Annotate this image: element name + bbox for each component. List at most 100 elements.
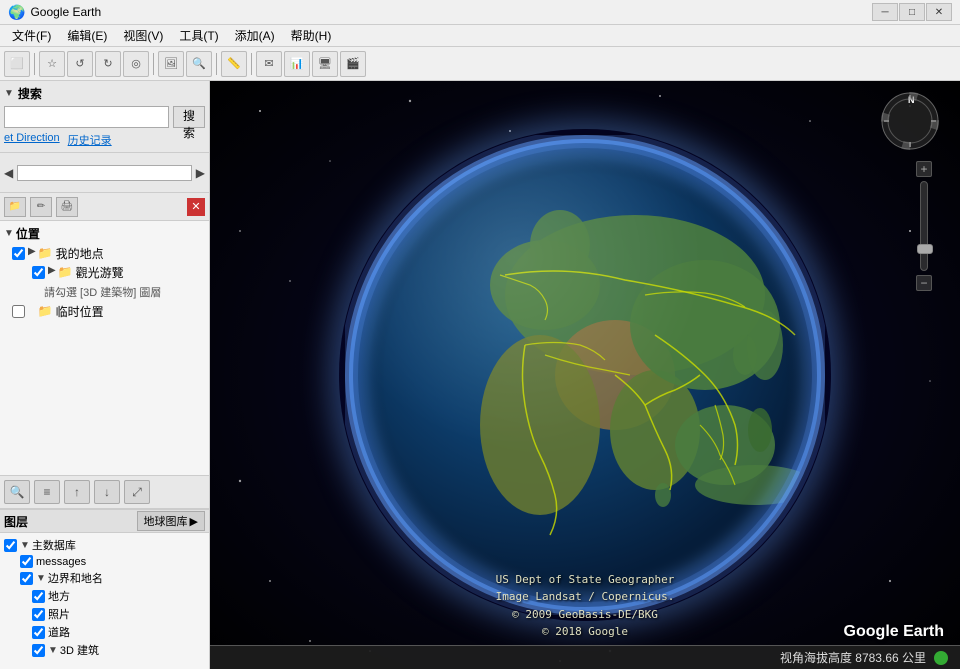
search-label: 搜索 [18,85,42,102]
layer-borders-cb[interactable] [20,572,33,585]
tourist-expand[interactable]: ▶ [48,265,56,276]
toolbar-btn-image[interactable]: 🖼 [158,51,184,77]
menu-add[interactable]: 添加(A) [227,25,283,46]
search-link-direction[interactable]: et Direction [4,132,60,148]
window-controls: ─ □ ✕ [872,3,952,21]
layer-borders-expand[interactable]: ▼ [36,573,46,584]
toolbar-btn-screen[interactable]: 🖥 [312,51,338,77]
layers-content: ▼ 主数据库 messages ▼ 边界和地名 地方 [0,533,209,669]
layer-main-label: 主数据库 [32,537,76,553]
layer-photos-cb[interactable] [32,608,45,621]
toolbar-btn-email[interactable]: ✉ [256,51,282,77]
search-input[interactable] [4,106,169,128]
layer-main-db-cb[interactable] [4,539,17,552]
places-section: ▼ 位置 ▶ 📁 我的地点 ▶ 📁 觀光游覽 請勾選 [3D 建築物] 圖層 [0,221,209,475]
layer-3d-expand[interactable]: ▼ [48,645,58,656]
toolbar-btn-square[interactable]: ⬜ [4,51,30,77]
menu-tools[interactable]: 工具(T) [171,25,226,46]
places-print-btn[interactable]: 🖨 [56,197,78,217]
zoom-out-btn[interactable]: − [916,275,932,291]
layer-3d: ▼ 3D 建筑 [32,642,205,658]
places-section-header: ▼ 位置 [4,225,205,242]
search-section: ▼ 搜索 搜索 et Direction 历史记录 [0,81,209,153]
layer-messages-label: messages [36,556,86,568]
left-panel: ▼ 搜索 搜索 et Direction 历史记录 ◀ ▶ 📁 ✏ 🖨 ✕ [0,81,210,669]
attribution-line-2: Image Landsat / Copernicus. [496,588,675,606]
layer-messages-cb[interactable] [20,555,33,568]
menu-help[interactable]: 帮助(H) [283,25,340,46]
my-places-checkbox[interactable] [12,247,25,260]
tourist-places-group: ▶ 📁 觀光游覽 請勾選 [3D 建築物] 圖層 [24,265,205,300]
toolbar-btn-chart[interactable]: 📊 [284,51,310,77]
nav-right-arrow[interactable]: ▶ [196,166,205,180]
altitude-status: 视角海拔高度 8783.66 公里 [780,649,926,666]
minimize-button[interactable]: ─ [872,3,898,21]
places-edit-btn[interactable]: ✏ [30,197,52,217]
tourist-label: 觀光游覽 [76,265,124,282]
layer-3d-cb[interactable] [32,644,45,657]
toolbar-separator-2 [153,53,154,75]
zoom-handle[interactable] [917,244,933,254]
places-collapse-arrow[interactable]: ▼ [4,228,14,239]
toolbar-btn-zoom[interactable]: 🔍 [186,51,212,77]
earth-globe[interactable] [345,135,825,615]
temp-label: 临时位置 [56,304,104,321]
layers-label: 图层 [4,513,137,530]
maximize-button[interactable]: □ [899,3,925,21]
map-gallery-btn[interactable]: 地球图库 ▶ [137,511,205,531]
layer-main-expand[interactable]: ▼ [20,540,30,551]
search-collapse-arrow[interactable]: ▼ [4,88,14,99]
attribution-line-4: © 2018 Google [496,623,675,641]
toolbar-btn-redo[interactable]: ↻ [95,51,121,77]
places-toolbar: 📁 ✏ 🖨 ✕ [0,193,209,221]
places-my-places: ▶ 📁 我的地点 [12,246,205,263]
layer-places-cb[interactable] [32,590,45,603]
search-header: ▼ 搜索 [4,85,205,102]
layer-photos-label: 照片 [48,606,70,622]
tourist-checkbox[interactable] [32,266,45,279]
places-btn-up[interactable]: ↑ [64,480,90,504]
places-btn-list[interactable]: ≡ [34,480,60,504]
compass[interactable]: N [880,91,940,151]
title-bar: 🌍 Google Earth ─ □ ✕ [0,0,960,25]
tourist-sub-label: 請勾選 [3D 建築物] 圖層 [44,284,205,300]
toolbar-btn-undo[interactable]: ↺ [67,51,93,77]
layer-roads: 道路 [32,624,205,640]
search-link-history[interactable]: 历史记录 [68,132,112,148]
places-btn-search[interactable]: 🔍 [4,480,30,504]
layer-places: 地方 [32,588,205,604]
zoom-track[interactable] [920,181,928,271]
places-btn-down[interactable]: ↓ [94,480,120,504]
places-close-btn[interactable]: ✕ [187,198,205,216]
places-new-btn[interactable]: 📁 [4,197,26,217]
toolbar-btn-ruler[interactable]: 📏 [221,51,247,77]
toolbar-separator-4 [251,53,252,75]
tourist-folder-icon: 📁 [58,265,73,279]
attribution-line-3: © 2009 GeoBasis-DE/BKG [496,606,675,624]
status-indicator [934,651,948,665]
layer-borders-label: 边界和地名 [48,570,103,586]
toolbar-btn-star[interactable]: ☆ [39,51,65,77]
temp-places-checkbox[interactable] [12,305,25,318]
my-places-expand[interactable]: ▶ [28,246,36,257]
toolbar-btn-video[interactable]: 🎬 [340,51,366,77]
search-row: 搜索 [4,106,205,128]
layer-roads-cb[interactable] [32,626,45,639]
layer-main-db: ▼ 主数据库 [4,537,205,553]
places-btn-expand[interactable]: ⤢ [124,480,150,504]
close-button[interactable]: ✕ [926,3,952,21]
nav-left-arrow[interactable]: ◀ [4,166,13,180]
nav-slider[interactable] [17,165,192,181]
earth-view[interactable]: N + − US Dept of State Geographer Image … [210,81,960,669]
temp-places-item: ▶ 📁 临时位置 [12,304,205,321]
menu-edit[interactable]: 编辑(E) [59,25,115,46]
menu-view[interactable]: 视图(V) [115,25,171,46]
menu-bar: 文件(F) 编辑(E) 视图(V) 工具(T) 添加(A) 帮助(H) [0,25,960,47]
menu-file[interactable]: 文件(F) [4,25,59,46]
toolbar-separator-1 [34,53,35,75]
layer-messages: messages [20,555,205,568]
zoom-in-btn[interactable]: + [916,161,932,177]
search-button[interactable]: 搜索 [173,106,205,128]
map-gallery-arrow: ▶ [190,515,198,528]
toolbar-btn-circle[interactable]: ◎ [123,51,149,77]
